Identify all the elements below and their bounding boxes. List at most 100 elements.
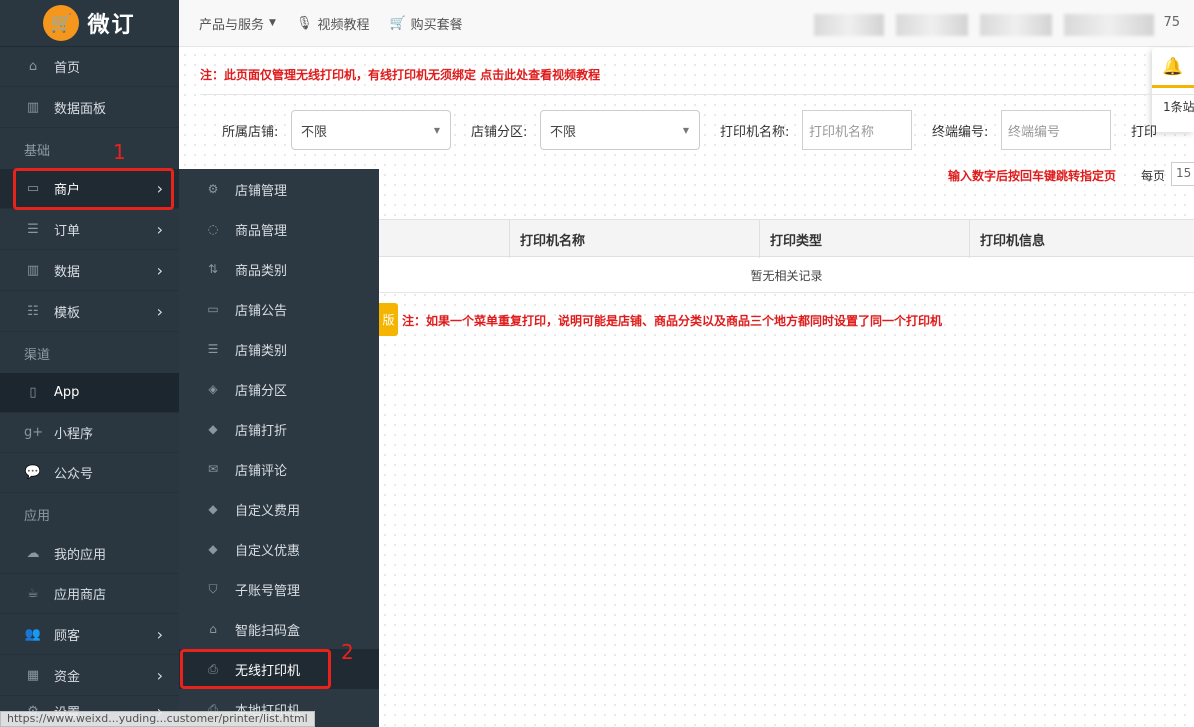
gear-icon: ⚙ — [207, 182, 219, 196]
submenu-item-store-notice[interactable]: ▭ 店铺公告 — [179, 289, 379, 329]
sidebar-item-label: 订单 — [54, 224, 81, 239]
sidebar-item-funds[interactable]: ▦ 资金 › — [0, 656, 179, 696]
chevron-right-icon: › — [156, 220, 163, 239]
caret-down-icon: ▼ — [433, 126, 440, 135]
submenu-item-product-category[interactable]: ⇅ 商品类别 — [179, 249, 379, 289]
chevron-right-icon: › — [156, 302, 163, 321]
submenu-item-custom-fees[interactable]: ◆ 自定义费用 — [179, 489, 379, 529]
bar-chart-icon: ▥ — [26, 100, 40, 115]
submenu-item-store-reviews[interactable]: ✉ 店铺评论 — [179, 449, 379, 489]
zone-select[interactable]: 不限 ▼ — [540, 110, 700, 150]
action-button-partial[interactable]: 版 — [379, 303, 398, 336]
sidebar-item-official-account[interactable]: 💬 公众号 — [0, 453, 179, 493]
sort-icon: ⇅ — [207, 262, 219, 276]
submenu-item-custom-offers[interactable]: ◆ 自定义优惠 — [179, 529, 379, 569]
submenu-item-label: 自定义优惠 — [235, 543, 301, 559]
tag-icon: ◆ — [208, 502, 218, 516]
section-label: 基础 — [24, 143, 51, 159]
submenu-item-label: 店铺管理 — [235, 183, 288, 199]
bell-icon[interactable]: 🔔 — [1152, 48, 1194, 88]
sidebar-item-dashboard[interactable]: ▥ 数据面板 — [0, 88, 179, 128]
sidebar-item-templates[interactable]: ☷ 模板 › — [0, 292, 179, 332]
sidebar: 🛒 微订 ⌂ 首页 ▥ 数据面板 基础 ▭ 商户 › ☰ 订单 › ▥ 数据 ›… — [0, 0, 179, 727]
column-printer-info: 打印机信息 — [969, 220, 1194, 258]
cloud-icon: ☁ — [26, 546, 40, 561]
users-icon: 👥 — [24, 627, 42, 642]
top-link-label: 产品与服务 — [199, 17, 265, 33]
submenu-item-label: 子账号管理 — [235, 583, 301, 599]
products-services-menu[interactable]: 产品与服务 ▼ — [199, 14, 276, 33]
top-link-label: 购买套餐 — [410, 17, 463, 33]
chevron-right-icon: › — [156, 261, 163, 280]
submenu-item-store-discount[interactable]: ◆ 店铺打折 — [179, 409, 379, 449]
microphone-icon: 🎙 — [295, 15, 313, 31]
status-bar-url: https://www.weixd...yuding...customer/pr… — [0, 711, 315, 727]
sidebar-item-merchant[interactable]: ▭ 商户 › — [0, 169, 179, 209]
list-icon: ☰ — [207, 342, 219, 356]
cart-face-icon: 🛒 — [43, 5, 80, 41]
zone-filter-label: 店铺分区: — [471, 125, 528, 140]
sidebar-item-label: 数据面板 — [54, 102, 107, 117]
ticket-icon: ◈ — [208, 382, 218, 396]
inbox-icon: ⌂ — [209, 622, 217, 636]
buy-package-link[interactable]: 🛒 购买套餐 — [389, 14, 462, 33]
chat-icon: 💬 — [24, 465, 42, 480]
sidebar-item-label: App — [54, 385, 80, 400]
page-jump-hint: 输入数字后按回车键跳转指定页 — [948, 169, 1117, 183]
cart-icon: 🛒 — [389, 15, 406, 31]
brand-logo[interactable]: 🛒 微订 — [0, 0, 179, 47]
submenu-item-label: 店铺评论 — [235, 463, 288, 479]
printer-name-label: 打印机名称: — [720, 125, 790, 140]
submenu-item-store-category[interactable]: ☰ 店铺类别 — [179, 329, 379, 369]
sidebar-item-app-store[interactable]: ☕ 应用商店 — [0, 574, 179, 614]
notification-count: 1条站 — [1163, 100, 1194, 114]
chevron-right-icon: › — [156, 666, 163, 685]
sidebar-item-label: 顾客 — [54, 629, 81, 644]
sidebar-item-my-apps[interactable]: ☁ 我的应用 — [0, 534, 179, 574]
step-number-2: 2 — [341, 640, 354, 664]
user-id-suffix: 75 — [1163, 15, 1180, 30]
list-icon: ☰ — [27, 222, 39, 237]
chevron-right-icon: › — [156, 625, 163, 644]
terminal-number-input[interactable]: 终端编号 — [1001, 110, 1111, 150]
video-tutorial-link[interactable]: 🎙 视频教程 — [296, 14, 370, 33]
section-label: 应用 — [24, 508, 51, 524]
submenu-item-store-management[interactable]: ⚙ 店铺管理 — [179, 169, 379, 209]
sidebar-item-orders[interactable]: ☰ 订单 › — [0, 210, 179, 250]
store-select[interactable]: 不限 ▼ — [291, 110, 451, 150]
top-bar: 产品与服务 ▼ 🎙 视频教程 🛒 购买套餐 75 — [179, 0, 1194, 47]
store-select-value: 不限 — [301, 124, 328, 140]
submenu-item-sub-accounts[interactable]: ⛉ 子账号管理 — [179, 569, 379, 609]
sidebar-section-channels: 渠道 — [0, 333, 179, 373]
chevron-right-icon: › — [156, 179, 163, 198]
submenu-item-label: 自定义费用 — [235, 503, 301, 519]
sidebar-item-customers[interactable]: 👥 顾客 › — [0, 615, 179, 655]
sidebar-item-home[interactable]: ⌂ 首页 — [0, 47, 179, 87]
submenu-item-label: 店铺公告 — [235, 303, 288, 319]
grid-list-icon: ☷ — [27, 304, 39, 319]
per-page-input[interactable]: 15 — [1171, 162, 1194, 186]
sidebar-item-label: 资金 — [54, 670, 81, 685]
qr-icon: ▦ — [26, 668, 40, 683]
google-plus-icon: g+ — [24, 425, 44, 440]
submenu-item-product-management[interactable]: ◌ 商品管理 — [179, 209, 379, 249]
tablet-icon: ▯ — [29, 385, 37, 400]
leaf-icon: ◌ — [207, 222, 219, 236]
bottom-notice: 注：如果一个菜单重复打印，说明可能是店铺、商品分类以及商品三个地方都同时设置了同… — [402, 314, 943, 328]
submenu-item-store-zone[interactable]: ◈ 店铺分区 — [179, 369, 379, 409]
zone-select-value: 不限 — [550, 124, 577, 140]
sidebar-item-data[interactable]: ▥ 数据 › — [0, 251, 179, 291]
sidebar-item-label: 首页 — [54, 61, 81, 76]
sidebar-item-label: 我的应用 — [54, 548, 107, 563]
printer-icon: ⎙ — [208, 661, 218, 676]
top-notice[interactable]: 注：此页面仅管理无线打印机，有线打印机无须绑定 点击此处查看视频教程 — [200, 66, 600, 83]
terminal-number-label: 终端编号: — [932, 125, 989, 140]
sidebar-item-miniprogram[interactable]: g+ 小程序 — [0, 413, 179, 453]
notification-panel[interactable]: 🔔 1条站 — [1152, 48, 1194, 132]
printer-name-input[interactable]: 打印机名称 — [802, 110, 912, 150]
sidebar-item-app[interactable]: ▯ App — [0, 373, 179, 413]
home-icon: ⌂ — [28, 59, 38, 74]
tag-icon: ◆ — [208, 542, 218, 556]
bar-chart-icon: ▥ — [26, 263, 40, 278]
sidebar-section-basic: 基础 — [0, 129, 179, 169]
